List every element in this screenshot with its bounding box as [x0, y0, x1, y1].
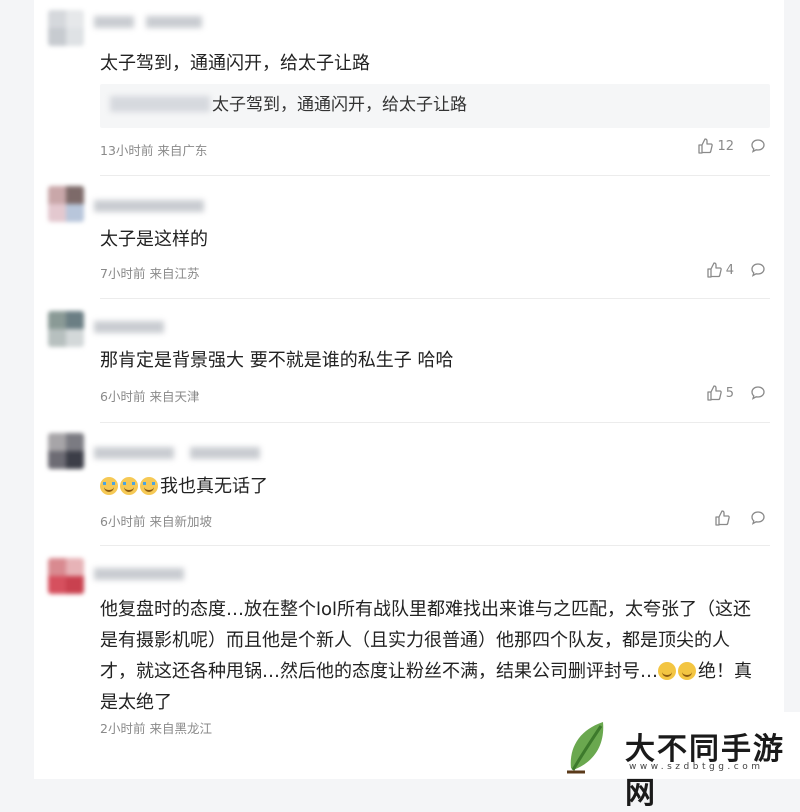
comment-location: 来自黑龙江: [149, 721, 212, 736]
comment-bubble-icon: [751, 511, 765, 525]
comment-time: 13小时前: [100, 143, 154, 158]
crying-face-icon: [120, 477, 138, 495]
reply-button[interactable]: [750, 262, 766, 278]
username[interactable]: [94, 317, 214, 337]
reply-button[interactable]: [750, 385, 766, 401]
comment-bubble-icon: [751, 386, 765, 400]
thumbs-up-icon: [707, 262, 722, 278]
like-button[interactable]: 5: [706, 385, 734, 401]
comment-meta: 7小时前 来自江苏: [100, 263, 199, 282]
avatar[interactable]: [48, 558, 84, 594]
comment-meta: 6小时前 来自天津: [100, 386, 199, 405]
username[interactable]: [94, 196, 214, 216]
grinning-sweat-face-icon: [658, 662, 676, 680]
comment-text: 太子是这样的: [100, 229, 208, 250]
comment-location: 来自新加坡: [149, 514, 212, 529]
like-button[interactable]: 4: [706, 262, 734, 278]
crying-face-icon: [100, 477, 118, 495]
comment-meta: 6小时前 来自新加坡: [100, 511, 212, 530]
comment-item: 我也真无话了 6小时前 来自新加坡: [34, 423, 784, 546]
comment-location: 来自江苏: [149, 266, 200, 281]
thumbs-up-icon: [698, 138, 714, 154]
comment-item: 太子驾到，通通闪开，给太子让路 太子驾到，通通闪开，给太子让路 13小时前 来自…: [34, 0, 784, 176]
like-button[interactable]: [714, 510, 734, 526]
watermark-url: www.szdbtgg.com: [629, 762, 764, 772]
avatar[interactable]: [48, 433, 84, 469]
comment-meta: 2小时前 来自黑龙江: [100, 718, 212, 737]
comment-actions: 12: [697, 138, 766, 154]
comment-item: 太子是这样的 7小时前 来自江苏 4: [34, 176, 784, 299]
like-count: 4: [725, 262, 734, 278]
comment-item: 那肯定是背景强大 要不就是谁的私生子 哈哈 6小时前 来自天津 5: [34, 299, 784, 423]
page-margin: [0, 0, 34, 779]
thumbs-up-icon: [707, 385, 722, 401]
comment-time: 2小时前: [100, 721, 146, 736]
like-count: 5: [725, 385, 734, 401]
quoted-comment[interactable]: 太子驾到，通通闪开，给太子让路: [100, 84, 770, 128]
avatar[interactable]: [48, 311, 84, 347]
reply-button[interactable]: [750, 138, 766, 154]
thumbs-up-icon: [715, 510, 730, 526]
leaf-logo-icon: [567, 722, 604, 774]
comment-text: 我也真无话了: [100, 473, 268, 501]
crying-face-icon: [140, 477, 158, 495]
username[interactable]: [94, 12, 214, 32]
reply-button[interactable]: [750, 510, 766, 526]
comment-time: 7小时前: [100, 266, 146, 281]
comment-bubble-icon: [751, 263, 765, 277]
quoted-username: [110, 96, 210, 112]
comment-meta: 13小时前 来自广东: [100, 140, 207, 159]
like-count: 12: [717, 138, 734, 154]
comment-time: 6小时前: [100, 514, 146, 529]
username[interactable]: [94, 443, 264, 463]
comment-text-body: 我也真无话了: [160, 476, 268, 497]
comment-text: 太子驾到，通通闪开，给太子让路: [100, 53, 370, 74]
comment-actions: [714, 510, 766, 526]
comment-text-body: 他复盘时的态度…放在整个lol所有战队里都难找出来谁与之匹配，太夸张了（这还是有…: [100, 599, 752, 682]
avatar[interactable]: [48, 186, 84, 222]
comment-text: 他复盘时的态度…放在整个lol所有战队里都难找出来谁与之匹配，太夸张了（这还是有…: [100, 594, 760, 718]
comment-location: 来自天津: [149, 389, 200, 404]
avatar[interactable]: [48, 10, 84, 46]
grinning-sweat-face-icon: [678, 662, 696, 680]
comment-list: 太子驾到，通通闪开，给太子让路 太子驾到，通通闪开，给太子让路 13小时前 来自…: [34, 0, 784, 779]
comment-location: 来自广东: [157, 143, 208, 158]
site-watermark: 大不同手游网 www.szdbtgg.com: [553, 712, 800, 811]
comment-actions: 4: [706, 262, 766, 278]
quoted-text: 太子驾到，通通闪开，给太子让路: [212, 95, 467, 115]
comment-text: 那肯定是背景强大 要不就是谁的私生子 哈哈: [100, 350, 454, 371]
comment-actions: 5: [706, 385, 766, 401]
comment-time: 6小时前: [100, 389, 146, 404]
username[interactable]: [94, 564, 214, 584]
like-button[interactable]: 12: [697, 138, 734, 154]
comment-bubble-icon: [751, 139, 765, 153]
